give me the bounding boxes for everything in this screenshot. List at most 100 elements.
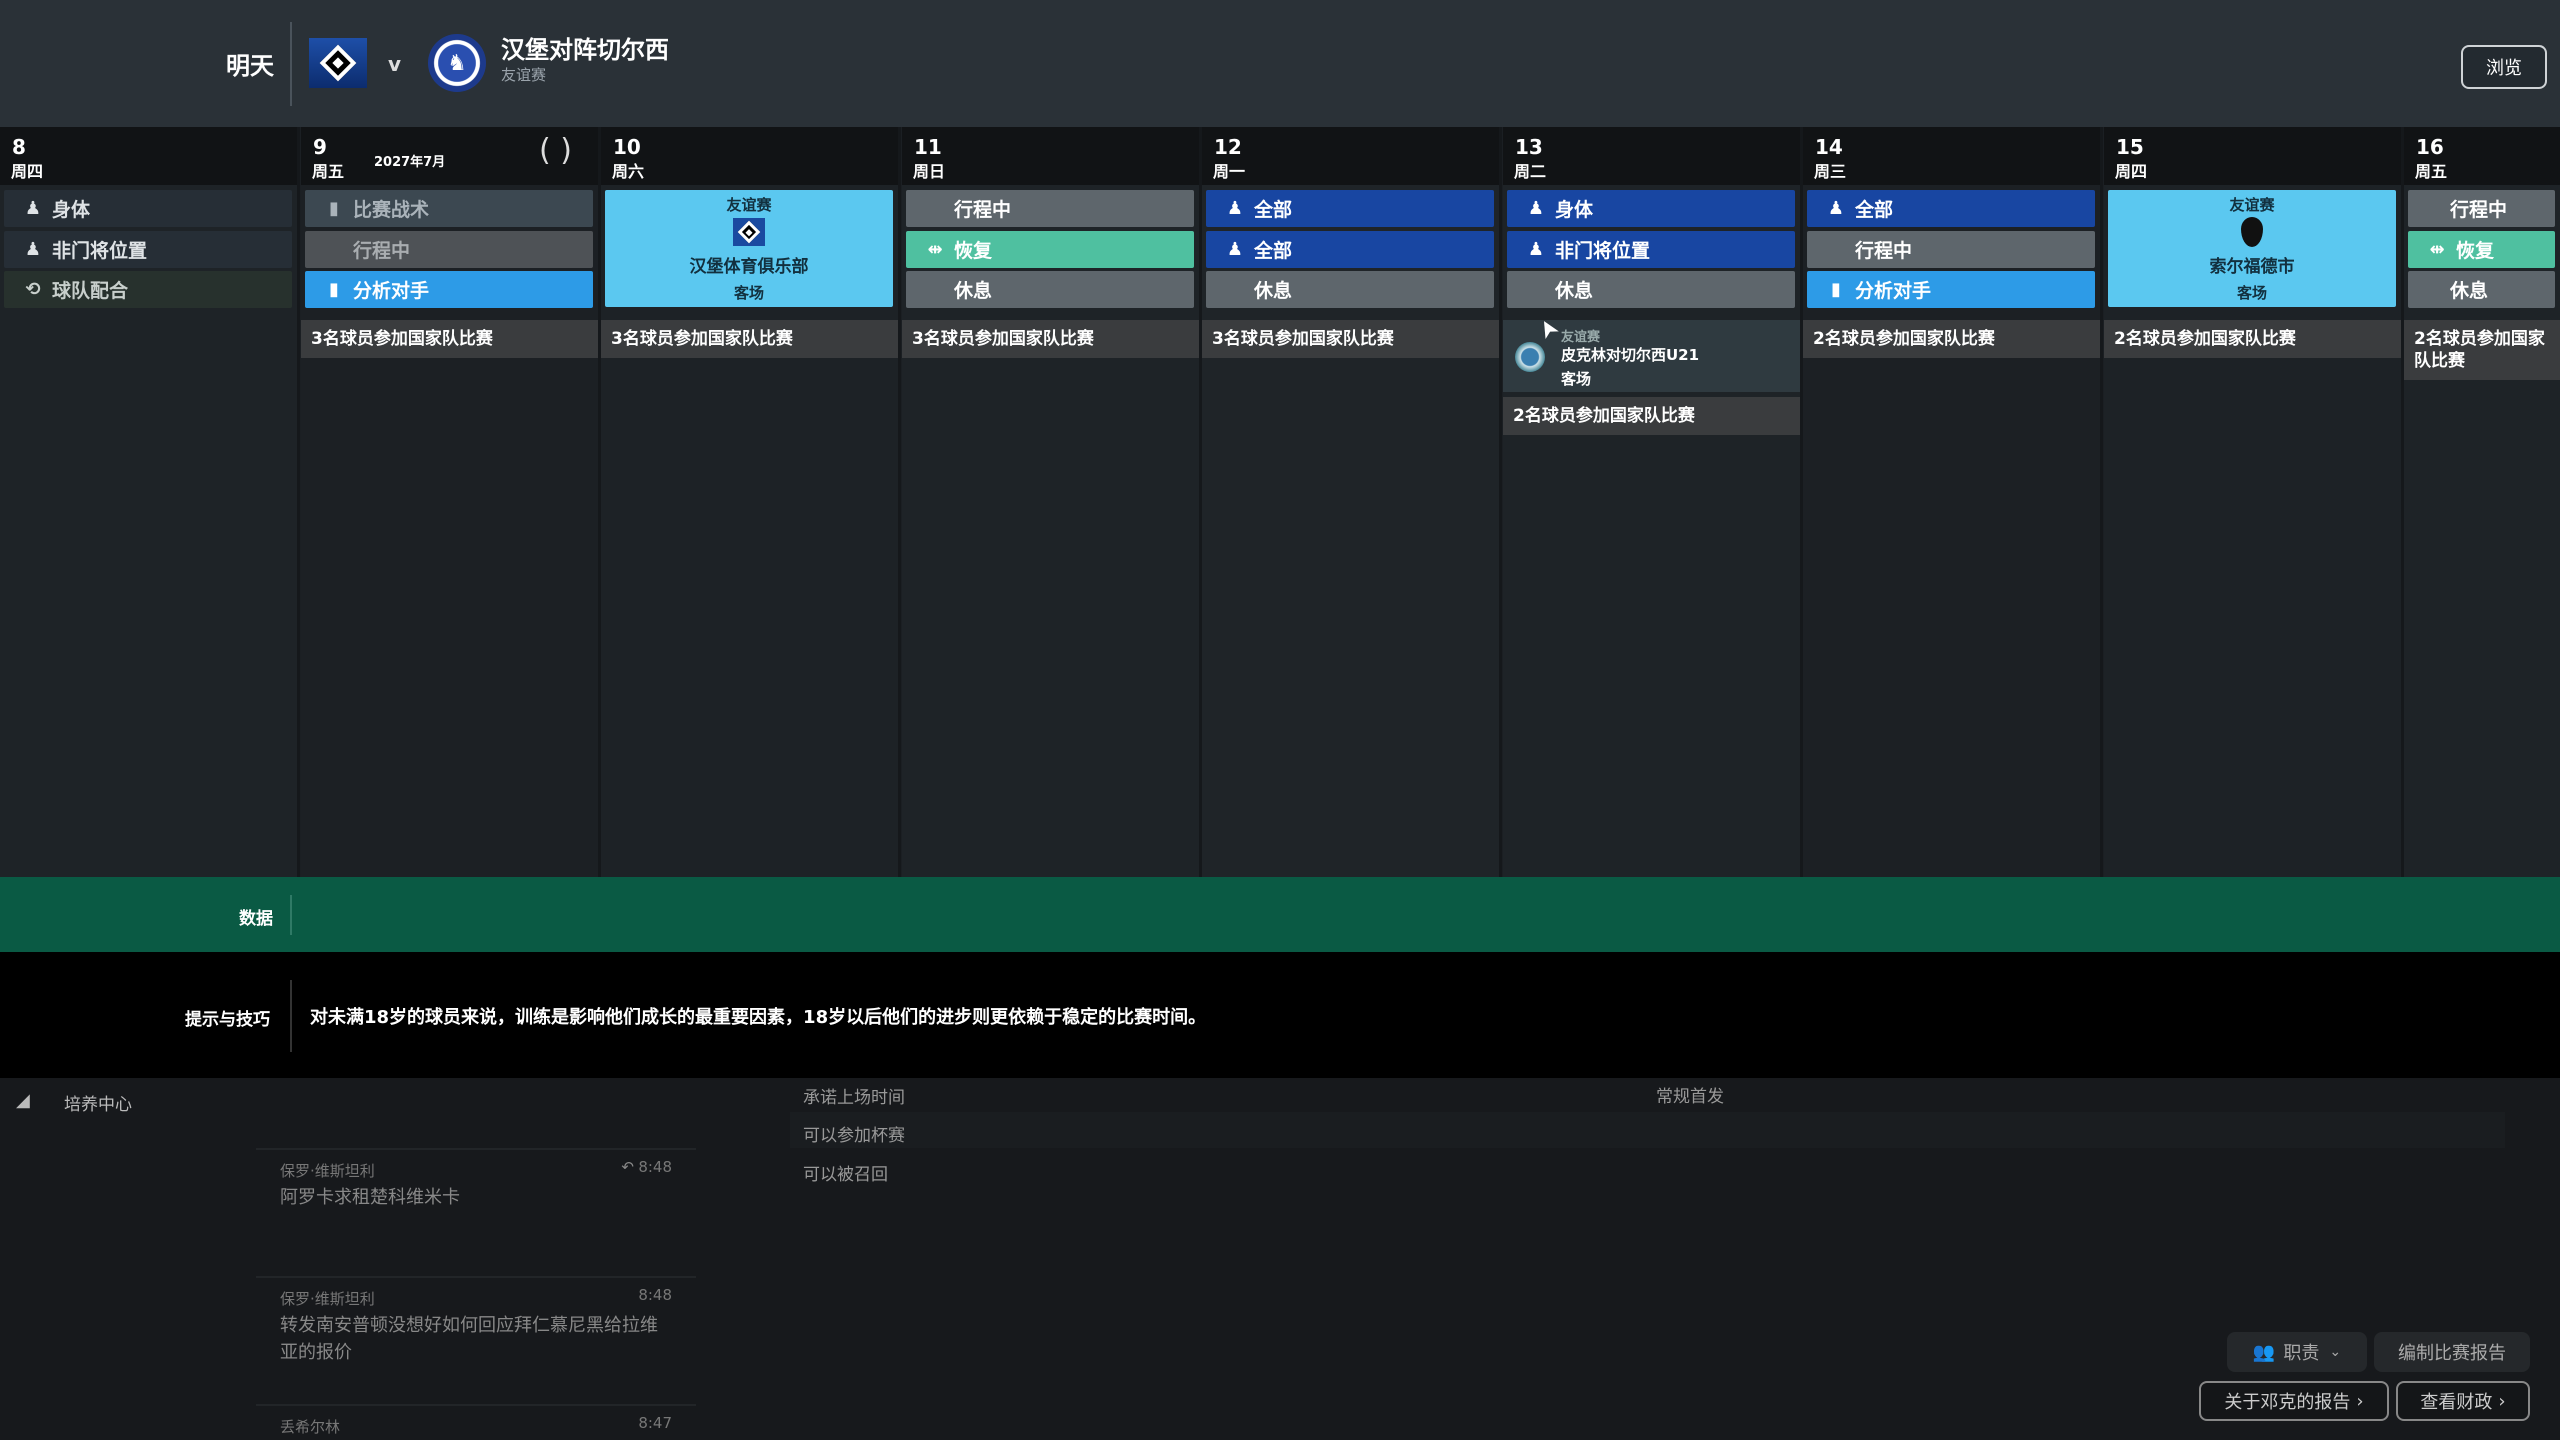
day-header[interactable]: 12 周一 <box>1202 127 1499 185</box>
day-number: 15 <box>2116 135 2144 159</box>
reserve-match-venue: 客场 <box>1561 370 1592 388</box>
international-duty-notice[interactable]: 2名球员参加国家队比赛 <box>1503 397 1800 435</box>
day-column: 16 周五行程中 ⇹ 恢复 休息 2名球员参加国家队比赛 <box>2404 127 2560 877</box>
person-icon: ♟ <box>24 238 42 260</box>
session-label: 行程中 <box>2450 199 2508 221</box>
training-session[interactable]: 休息 <box>1206 271 1494 308</box>
training-session[interactable]: ⇹ 恢复 <box>2408 230 2555 268</box>
news-item[interactable]: 保罗·维斯坦利 ↶ 8:48 阿罗卡求租楚科维米卡 <box>256 1148 696 1276</box>
day-column: 14 周三 ♟ 全部 行程中 ▮ 分析对手 2名球员参加国家队比赛 <box>1803 127 2103 877</box>
option-recallable[interactable]: 可以被召回 <box>803 1160 888 1185</box>
day-header[interactable]: 10 周六 <box>601 127 898 185</box>
training-session[interactable]: ♟ 身体 <box>1507 190 1795 227</box>
international-duty-notice[interactable]: 3名球员参加国家队比赛 <box>1202 320 1499 358</box>
training-session[interactable]: 行程中 <box>2408 190 2555 227</box>
month-label: 2027年7月 <box>374 155 446 170</box>
schedule-calendar: 8 周四 ♟ 身体 ♟ 非门将位置 ⟲ 球队配合 9 周五 2027年7月( ) ▮ 比赛战术 行程中 ▮ 分… <box>0 127 2560 877</box>
browse-button[interactable]: 浏览 <box>2461 45 2547 89</box>
day-column: 10 周六 友谊赛 汉堡体育俱乐部 客场 3名球员参加国家队比赛 <box>601 127 901 877</box>
training-session[interactable]: ▮ 比赛战术 <box>305 190 593 227</box>
training-session[interactable]: ♟ 非门将位置 <box>1507 230 1795 268</box>
international-duty-notice[interactable]: 2名球员参加国家队比赛 <box>2404 320 2560 380</box>
people-icon: 👥 <box>2252 1341 2276 1363</box>
day-header[interactable]: 16 周五 <box>2404 127 2560 185</box>
international-duty-notice[interactable]: 2名球员参加国家队比赛 <box>2104 320 2401 358</box>
session-label: 全部 <box>1254 239 1293 262</box>
compile-match-report-button[interactable]: 编制比赛报告 <box>2374 1332 2530 1372</box>
day-number: 14 <box>1815 135 1843 159</box>
versus-label: v <box>388 52 402 76</box>
duties-dropdown[interactable]: 👥 职责 ⌄ <box>2227 1332 2367 1372</box>
person-icon: ♟ <box>24 198 42 219</box>
recovery-icon: ⇹ <box>927 238 943 260</box>
loading-spinner-icon: ( ) <box>539 133 572 168</box>
weekday: 周四 <box>2115 162 2148 181</box>
training-session[interactable]: ▮ 分析对手 <box>305 271 593 308</box>
training-session[interactable]: ♟ 全部 <box>1206 230 1494 268</box>
session-label: 休息 <box>954 280 993 302</box>
option-cup-eligible[interactable]: 可以参加杯赛 <box>803 1121 905 1146</box>
day-number: 13 <box>1515 135 1543 159</box>
option-promised-playing-time[interactable]: 承诺上场时间 <box>803 1083 905 1108</box>
hamburg-crest-icon[interactable] <box>309 38 367 88</box>
training-session[interactable]: ♟ 身体 <box>4 190 292 227</box>
document-icon: ▮ <box>329 279 339 300</box>
match-card[interactable]: 友谊赛 汉堡体育俱乐部 客场 <box>605 190 893 307</box>
training-session[interactable]: 休息 <box>906 271 1194 308</box>
match-title[interactable]: 汉堡对阵切尔西 <box>501 30 669 65</box>
news-item[interactable]: 丢希尔林 8:47 <box>256 1404 696 1440</box>
development-centre-link[interactable]: 培养中心 <box>64 1090 132 1115</box>
day-number: 9 <box>313 135 327 159</box>
session-label: 身体 <box>52 199 91 221</box>
training-session[interactable]: ⟲ 球队配合 <box>4 271 292 308</box>
training-session[interactable]: 行程中 <box>305 230 593 268</box>
day-column: 8 周四 ♟ 身体 ♟ 非门将位置 ⟲ 球队配合 <box>0 127 300 877</box>
international-duty-notice[interactable]: 3名球员参加国家队比赛 <box>902 320 1199 358</box>
session-label: 行程中 <box>353 239 411 262</box>
hamburg-crest-icon <box>733 218 765 246</box>
person-icon: ♟ <box>1527 238 1545 260</box>
day-column: 15 周四友谊赛 索尔福德市 客场 2名球员参加国家队比赛 <box>2104 127 2404 877</box>
international-duty-notice[interactable]: 3名球员参加国家队比赛 <box>301 320 598 358</box>
training-session[interactable]: 休息 <box>1507 271 1795 308</box>
weekday: 周二 <box>1514 162 1547 181</box>
training-session[interactable]: 行程中 <box>1807 230 2095 268</box>
day-header[interactable]: 11 周日 <box>902 127 1199 185</box>
development-icon: ◢ <box>16 1090 30 1111</box>
weekday: 周一 <box>1213 162 1246 181</box>
training-session[interactable]: ▮ 分析对手 <box>1807 271 2095 308</box>
weekday: 周三 <box>1814 162 1847 181</box>
training-session[interactable]: 休息 <box>2408 271 2555 308</box>
chelsea-crest-icon[interactable]: ♞ <box>428 34 486 92</box>
training-session[interactable]: ♟ 全部 <box>1807 190 2095 227</box>
day-header[interactable]: 15 周四 <box>2104 127 2401 185</box>
scout-report-button[interactable]: 关于邓克的报告 › <box>2199 1381 2389 1421</box>
day-header[interactable]: 8 周四 <box>0 127 297 185</box>
weekday: 周五 <box>312 162 345 181</box>
match-header <box>0 0 2560 127</box>
news-author: 保罗·维斯坦利 <box>280 1290 375 1308</box>
day-header[interactable]: 14 周三 <box>1803 127 2100 185</box>
option-row <box>790 1112 2505 1148</box>
training-session[interactable]: ♟ 非门将位置 <box>4 230 292 268</box>
view-finances-button[interactable]: 查看财政 › <box>2396 1381 2530 1421</box>
pickering-crest-icon <box>1515 342 1545 372</box>
divider <box>290 980 292 1052</box>
international-duty-notice[interactable]: 3名球员参加国家队比赛 <box>601 320 898 358</box>
match-card[interactable]: 友谊赛 索尔福德市 客场 <box>2108 190 2396 307</box>
training-session[interactable]: ♟ 全部 <box>1206 190 1494 227</box>
training-session[interactable]: 行程中 <box>906 190 1194 227</box>
match-venue: 客场 <box>733 284 764 302</box>
training-session[interactable]: ⇹ 恢复 <box>906 230 1194 268</box>
chevron-right-icon: › <box>2498 1390 2506 1412</box>
day-header[interactable]: 13 周二 <box>1503 127 1800 185</box>
data-label[interactable]: 数据 <box>239 904 273 929</box>
day-header[interactable]: 9 周五 2027年7月 ( ) <box>301 127 598 185</box>
tips-label: 提示与技巧 <box>185 1010 270 1030</box>
session-label: 球队配合 <box>52 280 129 302</box>
news-item[interactable]: 保罗·维斯坦利 8:48 转发南安普顿没想好如何回应拜仁慕尼黑给拉维亚的报价 <box>256 1276 696 1404</box>
day-column: 9 周五 2027年7月 ( ) ▮ 比赛战术行程中 ▮ 分析对手 3名球员参加国家队比赛 <box>301 127 601 877</box>
match-type: 友谊赛 <box>2229 196 2275 214</box>
weekday: 周六 <box>612 162 645 181</box>
international-duty-notice[interactable]: 2名球员参加国家队比赛 <box>1803 320 2100 358</box>
